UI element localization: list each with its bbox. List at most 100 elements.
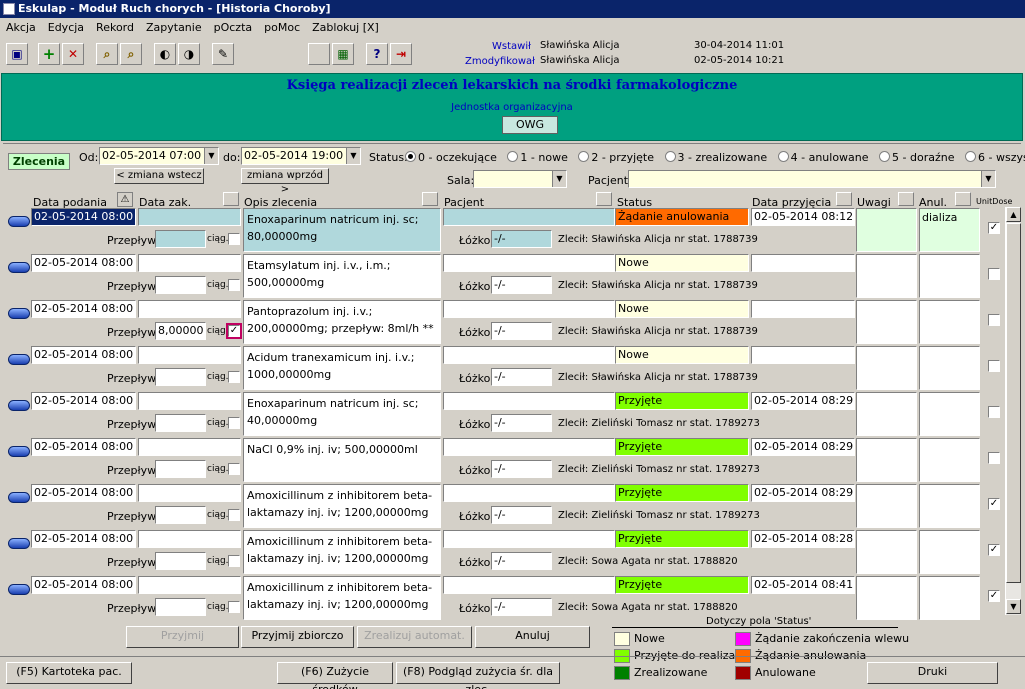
- search-execute-icon[interactable]: ⌕: [120, 43, 142, 65]
- order-description[interactable]: Amoxicillinum z inhibitorem beta-laktama…: [243, 530, 441, 574]
- cancel-reason-field[interactable]: [919, 254, 980, 298]
- date-given-field[interactable]: 02-05-2014 08:00: [31, 208, 136, 226]
- patient-select[interactable]: ▼: [628, 170, 996, 188]
- unitdose-checkbox[interactable]: [988, 314, 1000, 326]
- status-field[interactable]: Przyjęte: [615, 392, 749, 410]
- notes-field[interactable]: [856, 530, 917, 574]
- status-field[interactable]: Przyjęte: [615, 484, 749, 502]
- date-given-field[interactable]: 02-05-2014 08:00: [31, 530, 136, 548]
- continuous-checkbox[interactable]: [228, 371, 240, 383]
- status-field[interactable]: Przyjęte: [615, 576, 749, 594]
- chevron-down-icon[interactable]: ▼: [981, 171, 995, 187]
- previous-icon[interactable]: ◐: [154, 43, 176, 65]
- bed-field[interactable]: -/-: [491, 276, 552, 294]
- status-radio-6[interactable]: 6 - wszystkie: [965, 151, 1025, 164]
- patient-field[interactable]: [443, 254, 615, 272]
- scroll-up-icon[interactable]: ▲: [1006, 207, 1021, 222]
- order-description[interactable]: Enoxaparinum natricum inj. sc; 40,00000m…: [243, 392, 441, 436]
- continuous-checkbox[interactable]: [228, 509, 240, 521]
- cancel-reason-field[interactable]: [919, 576, 980, 620]
- scrollbar[interactable]: ▲ ▼: [1005, 207, 1021, 615]
- date-end-field[interactable]: [138, 254, 241, 272]
- date-given-field[interactable]: 02-05-2014 08:00: [31, 300, 136, 318]
- accepted-date-field[interactable]: 02-05-2014 08:29: [751, 484, 855, 502]
- status-field[interactable]: Żądanie anulowania: [615, 208, 749, 226]
- order-row[interactable]: 02-05-2014 08:00 Przepływ ciąg. NaCl 0,9% i…: [3, 438, 1003, 482]
- cancel-reason-field[interactable]: [919, 438, 980, 482]
- unit-field[interactable]: OWG: [502, 116, 558, 134]
- scroll-down-icon[interactable]: ▼: [1006, 599, 1021, 614]
- scroll-thumb[interactable]: [1006, 223, 1021, 583]
- menu-edycja[interactable]: Edycja: [42, 18, 90, 37]
- sort-button[interactable]: [898, 192, 914, 206]
- image-icon[interactable]: ▦: [332, 43, 354, 65]
- unitdose-checkbox[interactable]: ✓: [988, 590, 1000, 602]
- continuous-checkbox[interactable]: [228, 279, 240, 291]
- unitdose-checkbox[interactable]: [988, 452, 1000, 464]
- patient-card-button[interactable]: (F5) Kartoteka pac.: [6, 662, 132, 684]
- bed-field[interactable]: -/-: [491, 368, 552, 386]
- print-button[interactable]: Druki: [867, 662, 998, 684]
- order-row[interactable]: 02-05-2014 08:00 Przepływ ciąg. Enoxaparinu…: [3, 392, 1003, 436]
- continuous-checkbox[interactable]: [228, 601, 240, 613]
- notes-field[interactable]: [856, 576, 917, 620]
- usage-preview-button[interactable]: (F8) Podgląd zużycia śr. dla zlec.: [396, 662, 560, 689]
- cancel-reason-field[interactable]: [919, 346, 980, 390]
- tab-zlecenia[interactable]: Zlecenia: [8, 153, 70, 170]
- continuous-checkbox[interactable]: [228, 233, 240, 245]
- from-date-input[interactable]: 02-05-2014 07:00 ▼: [99, 147, 219, 165]
- patient-field[interactable]: [443, 576, 615, 594]
- cancel-reason-field[interactable]: dializa: [919, 208, 980, 252]
- patient-field[interactable]: [443, 300, 615, 318]
- unitdose-checkbox[interactable]: ✓: [988, 498, 1000, 510]
- accepted-date-field[interactable]: 02-05-2014 08:12: [751, 208, 855, 226]
- chevron-down-icon[interactable]: ▼: [204, 148, 218, 164]
- accepted-date-field[interactable]: [751, 346, 855, 364]
- shift-forward-button[interactable]: zmiana wprzód >: [241, 168, 329, 195]
- date-end-field[interactable]: [138, 530, 241, 548]
- warning-icon[interactable]: ⚠: [117, 192, 133, 207]
- sort-button[interactable]: [422, 192, 438, 206]
- order-row[interactable]: 02-05-2014 08:00 Przepływ ciąg. Amoxicillin…: [3, 530, 1003, 574]
- date-given-field[interactable]: 02-05-2014 08:00: [31, 438, 136, 456]
- continuous-checkbox[interactable]: [228, 417, 240, 429]
- date-end-field[interactable]: [138, 484, 241, 502]
- search-icon[interactable]: ⌕: [96, 43, 118, 65]
- status-radio-3[interactable]: 3 - zrealizowane: [664, 151, 767, 164]
- accepted-date-field[interactable]: 02-05-2014 08:29: [751, 392, 855, 410]
- cancel-reason-field[interactable]: [919, 392, 980, 436]
- date-end-field[interactable]: [138, 346, 241, 364]
- status-field[interactable]: Przyjęte: [615, 438, 749, 456]
- cancel-reason-field[interactable]: [919, 530, 980, 574]
- cancel-order-button[interactable]: Anuluj: [475, 626, 590, 648]
- unitdose-checkbox[interactable]: [988, 360, 1000, 372]
- menu-poczta[interactable]: pOczta: [208, 18, 259, 37]
- accepted-date-field[interactable]: 02-05-2014 08:29: [751, 438, 855, 456]
- add-icon[interactable]: +: [38, 43, 60, 65]
- unitdose-checkbox[interactable]: ✓: [988, 544, 1000, 556]
- flow-field[interactable]: [155, 460, 206, 478]
- order-row[interactable]: 02-05-2014 08:00 Przepływ 8,00000 ciąg. ✓ Pan…: [3, 300, 1003, 344]
- order-description[interactable]: Etamsylatum inj. i.v., i.m.; 500,00000mg: [243, 254, 441, 298]
- patient-field[interactable]: [443, 438, 615, 456]
- order-description[interactable]: NaCl 0,9% inj. iv; 500,00000ml: [243, 438, 441, 482]
- date-end-field[interactable]: [138, 300, 241, 318]
- sort-button[interactable]: [955, 192, 971, 206]
- order-row[interactable]: 02-05-2014 08:00 Przepływ ciąg. Amoxicillin…: [3, 484, 1003, 528]
- date-end-field[interactable]: [138, 208, 241, 226]
- cancel-reason-field[interactable]: [919, 300, 980, 344]
- notes-field[interactable]: [856, 254, 917, 298]
- order-description[interactable]: Amoxicillinum z inhibitorem beta-laktama…: [243, 484, 441, 528]
- usage-button[interactable]: (F6) Zużycie środków: [277, 662, 393, 689]
- sort-button[interactable]: [223, 192, 239, 206]
- notes-field[interactable]: [856, 208, 917, 252]
- notes-field[interactable]: [856, 438, 917, 482]
- bed-field[interactable]: -/-: [491, 322, 552, 340]
- bed-field[interactable]: -/-: [491, 506, 552, 524]
- unitdose-checkbox[interactable]: [988, 406, 1000, 418]
- menu-zablokuj[interactable]: Zablokuj [X]: [306, 18, 385, 37]
- continuous-checkbox[interactable]: ✓: [226, 323, 242, 339]
- unitdose-checkbox[interactable]: [988, 268, 1000, 280]
- flow-field[interactable]: [155, 414, 206, 432]
- realize-auto-button[interactable]: Zrealizuj automat.: [357, 626, 472, 648]
